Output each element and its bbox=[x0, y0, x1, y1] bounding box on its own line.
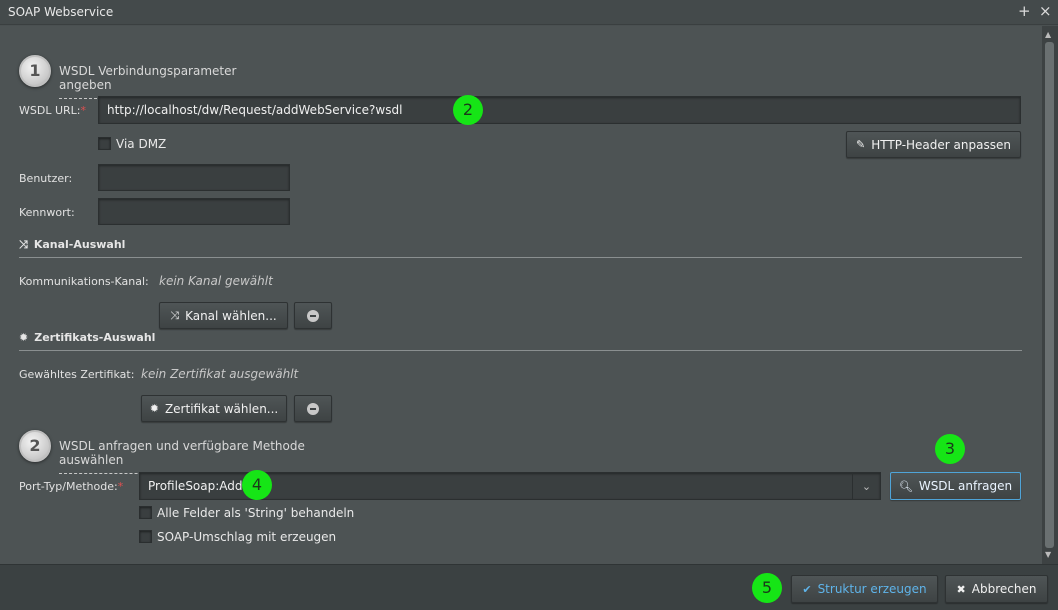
alle-felder-string-checkbox[interactable] bbox=[139, 506, 152, 519]
kanal-remove-button[interactable] bbox=[294, 302, 332, 329]
via-dmz-checkbox[interactable] bbox=[98, 137, 111, 150]
gear-icon: ✹ bbox=[19, 331, 29, 344]
kanal-waehlen-button[interactable]: ⤨ Kanal wählen... bbox=[159, 302, 288, 329]
dialog-content: 1 WSDL Verbindungsparameter angeben WSDL… bbox=[0, 26, 1042, 564]
maximize-icon[interactable]: + bbox=[1018, 2, 1031, 20]
kommunikations-kanal-value: kein Kanal gewählt bbox=[159, 274, 273, 288]
step-2-badge: 2 bbox=[19, 430, 51, 462]
annotation-marker-2: 2 bbox=[453, 95, 483, 125]
gewaehltes-zertifikat-label: Gewähltes Zertifikat: bbox=[19, 368, 135, 381]
scroll-up-icon[interactable]: ▲ bbox=[1045, 30, 1051, 39]
annotation-marker-5: 5 bbox=[752, 573, 782, 603]
check-icon: ✔ bbox=[802, 582, 812, 596]
zertifikat-waehlen-button[interactable]: ✹ Zertifikat wählen... bbox=[141, 395, 287, 422]
alle-felder-string-label: Alle Felder als 'String' behandeln bbox=[157, 506, 355, 520]
gewaehltes-zertifikat-value: kein Zertifikat ausgewählt bbox=[141, 367, 299, 381]
shuffle-icon: ⤨ bbox=[19, 238, 28, 251]
wsdl-url-label: WSDL URL:* bbox=[19, 104, 86, 117]
close-window-icon[interactable]: × bbox=[1039, 2, 1052, 20]
gear-icon: ✹ bbox=[149, 402, 159, 415]
minus-circle-icon bbox=[307, 309, 319, 322]
port-typ-value: ProfileSoap:Add bbox=[148, 479, 243, 493]
kanal-waehlen-label: Kanal wählen... bbox=[185, 308, 277, 323]
kennwort-label: Kennwort: bbox=[19, 206, 75, 219]
benutzer-label: Benutzer: bbox=[19, 172, 73, 185]
zertifikat-waehlen-label: Zertifikat wählen... bbox=[164, 401, 279, 416]
soap-umschlag-checkbox[interactable] bbox=[139, 530, 152, 543]
struktur-erzeugen-label: Struktur erzeugen bbox=[817, 582, 927, 596]
window-title: SOAP Webservice bbox=[8, 5, 114, 19]
scroll-down-icon[interactable]: ▼ bbox=[1045, 550, 1051, 559]
abbrechen-button[interactable]: ✖ Abbrechen bbox=[945, 575, 1048, 603]
zertifikat-remove-button[interactable] bbox=[294, 395, 332, 422]
search-icon: 🔍︎ bbox=[898, 479, 913, 493]
vertical-scrollbar[interactable]: ▲ ▼ bbox=[1042, 26, 1058, 564]
pencil-icon: ✎ bbox=[856, 138, 866, 151]
shuffle-icon: ⤨ bbox=[170, 308, 180, 322]
title-bar: SOAP Webservice + × bbox=[0, 0, 1058, 25]
annotation-marker-3: 3 bbox=[935, 434, 965, 464]
dialog-footer: 5 ✔ Struktur erzeugen ✖ Abbrechen bbox=[0, 564, 1058, 610]
struktur-erzeugen-button[interactable]: ✔ Struktur erzeugen bbox=[791, 575, 938, 603]
wsdl-url-input[interactable] bbox=[98, 96, 1021, 124]
via-dmz-label: Via DMZ bbox=[116, 137, 167, 151]
http-header-button[interactable]: ✎ HTTP-Header anpassen bbox=[846, 131, 1021, 158]
abbrechen-label: Abbrechen bbox=[971, 582, 1037, 596]
benutzer-input[interactable] bbox=[98, 164, 290, 191]
kennwort-input[interactable] bbox=[98, 198, 290, 225]
kommunikations-kanal-label: Kommunikations-Kanal: bbox=[19, 275, 149, 288]
zertifikat-section-title: ✹ Zertifikats-Auswahl bbox=[19, 331, 156, 344]
http-header-button-label: HTTP-Header anpassen bbox=[871, 137, 1011, 152]
minus-circle-icon bbox=[307, 402, 319, 415]
step-2-title: WSDL anfragen und verfügbare Methode aus… bbox=[59, 439, 349, 474]
close-icon: ✖ bbox=[956, 582, 966, 596]
soap-umschlag-label: SOAP-Umschlag mit erzeugen bbox=[157, 530, 337, 544]
step-1-badge: 1 bbox=[19, 55, 51, 87]
zertifikat-divider bbox=[19, 350, 1022, 351]
wsdl-anfragen-label: WSDL anfragen bbox=[918, 479, 1013, 493]
step-1-title: WSDL Verbindungsparameter angeben bbox=[59, 64, 277, 99]
kanal-section-title: ⤨ Kanal-Auswahl bbox=[19, 238, 126, 251]
port-typ-label: Port-Typ/Methode:* bbox=[19, 480, 124, 493]
wsdl-anfragen-button[interactable]: 🔍︎ WSDL anfragen bbox=[890, 472, 1021, 500]
chevron-down-icon[interactable]: ⌄ bbox=[852, 473, 880, 499]
annotation-marker-4: 4 bbox=[242, 470, 272, 500]
kanal-divider bbox=[19, 257, 1022, 258]
scrollbar-thumb[interactable] bbox=[1045, 42, 1054, 548]
